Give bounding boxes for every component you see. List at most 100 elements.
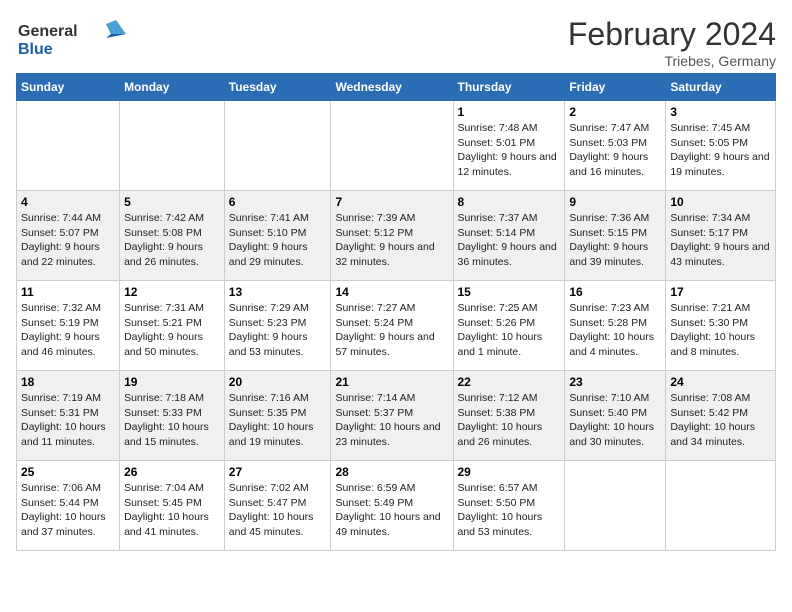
day-number: 24 <box>670 375 771 389</box>
calendar-cell <box>666 461 776 551</box>
day-number: 5 <box>124 195 220 209</box>
day-number: 12 <box>124 285 220 299</box>
day-number: 21 <box>335 375 448 389</box>
svg-text:General: General <box>18 23 78 40</box>
logo: General Blue <box>16 16 126 65</box>
calendar-cell: 1 Sunrise: 7:48 AM Sunset: 5:01 PM Daylig… <box>453 101 565 191</box>
calendar-cell: 3Sunrise: 7:45 AM Sunset: 5:05 PM Daylig… <box>666 101 776 191</box>
column-header-saturday: Saturday <box>666 74 776 101</box>
day-number: 28 <box>335 465 448 479</box>
page-title: February 2024 <box>568 16 776 53</box>
day-number: 11 <box>21 285 115 299</box>
calendar-cell: 23 Sunrise: 7:10 AM Sunset: 5:40 PM Dayli… <box>565 371 666 461</box>
day-info: Sunrise: 7:14 AM Sunset: 5:37 PM Dayligh… <box>335 391 448 450</box>
day-number: 20 <box>229 375 327 389</box>
day-info: Sunrise: 7:23 AM Sunset: 5:28 PM Dayligh… <box>569 301 661 360</box>
day-info: Sunrise: 7:39 AM Sunset: 5:12 PM Dayligh… <box>335 211 448 270</box>
day-number: 15 <box>458 285 561 299</box>
day-info: Sunrise: 7:08 AM Sunset: 5:42 PM Dayligh… <box>670 391 771 450</box>
day-info: Sunrise: 7:37 AM Sunset: 5:14 PM Dayligh… <box>458 211 561 270</box>
calendar-cell: 29 Sunrise: 6:57 AM Sunset: 5:50 PM Dayli… <box>453 461 565 551</box>
day-info: Sunrise: 7:47 AM Sunset: 5:03 PM Dayligh… <box>569 121 661 180</box>
calendar-cell: 9 Sunrise: 7:36 AM Sunset: 5:15 PM Daylig… <box>565 191 666 281</box>
day-number: 27 <box>229 465 327 479</box>
calendar-cell: 24 Sunrise: 7:08 AM Sunset: 5:42 PM Dayli… <box>666 371 776 461</box>
calendar-cell: 21 Sunrise: 7:14 AM Sunset: 5:37 PM Dayli… <box>331 371 453 461</box>
svg-text:Blue: Blue <box>18 41 53 58</box>
day-info: Sunrise: 7:25 AM Sunset: 5:26 PM Dayligh… <box>458 301 561 360</box>
calendar-cell <box>17 101 120 191</box>
day-number: 26 <box>124 465 220 479</box>
day-number: 18 <box>21 375 115 389</box>
week-row-2: 4 Sunrise: 7:44 AM Sunset: 5:07 PM Daylig… <box>17 191 776 281</box>
day-number: 7 <box>335 195 448 209</box>
week-row-5: 25 Sunrise: 7:06 AM Sunset: 5:44 PM Dayli… <box>17 461 776 551</box>
day-info: Sunrise: 7:41 AM Sunset: 5:10 PM Dayligh… <box>229 211 327 270</box>
column-header-friday: Friday <box>565 74 666 101</box>
header-row: SundayMondayTuesdayWednesdayThursdayFrid… <box>17 74 776 101</box>
day-info: Sunrise: 7:29 AM Sunset: 5:23 PM Dayligh… <box>229 301 327 360</box>
calendar-cell: 17Sunrise: 7:21 AM Sunset: 5:30 PM Dayli… <box>666 281 776 371</box>
calendar-cell <box>224 101 331 191</box>
calendar-cell: 5Sunrise: 7:42 AM Sunset: 5:08 PM Daylig… <box>120 191 225 281</box>
week-row-4: 18Sunrise: 7:19 AM Sunset: 5:31 PM Dayli… <box>17 371 776 461</box>
calendar-table: SundayMondayTuesdayWednesdayThursdayFrid… <box>16 73 776 551</box>
day-info: Sunrise: 7:44 AM Sunset: 5:07 PM Dayligh… <box>21 211 115 270</box>
column-header-wednesday: Wednesday <box>331 74 453 101</box>
calendar-cell: 10 Sunrise: 7:34 AM Sunset: 5:17 PM Dayli… <box>666 191 776 281</box>
day-number: 1 <box>458 105 561 119</box>
calendar-cell: 22 Sunrise: 7:12 AM Sunset: 5:38 PM Dayli… <box>453 371 565 461</box>
day-info: Sunrise: 7:18 AM Sunset: 5:33 PM Dayligh… <box>124 391 220 450</box>
day-info: Sunrise: 7:48 AM Sunset: 5:01 PM Dayligh… <box>458 121 561 180</box>
day-info: Sunrise: 7:34 AM Sunset: 5:17 PM Dayligh… <box>670 211 771 270</box>
day-info: Sunrise: 7:12 AM Sunset: 5:38 PM Dayligh… <box>458 391 561 450</box>
calendar-cell: 18Sunrise: 7:19 AM Sunset: 5:31 PM Dayli… <box>17 371 120 461</box>
calendar-cell: 14 Sunrise: 7:27 AM Sunset: 5:24 PM Dayli… <box>331 281 453 371</box>
day-number: 9 <box>569 195 661 209</box>
day-info: Sunrise: 7:32 AM Sunset: 5:19 PM Dayligh… <box>21 301 115 360</box>
calendar-cell: 27 Sunrise: 7:02 AM Sunset: 5:47 PM Dayli… <box>224 461 331 551</box>
day-number: 14 <box>335 285 448 299</box>
day-number: 13 <box>229 285 327 299</box>
page-subtitle: Triebes, Germany <box>568 53 776 69</box>
day-number: 16 <box>569 285 661 299</box>
day-info: Sunrise: 7:31 AM Sunset: 5:21 PM Dayligh… <box>124 301 220 360</box>
column-header-thursday: Thursday <box>453 74 565 101</box>
calendar-cell: 15 Sunrise: 7:25 AM Sunset: 5:26 PM Dayli… <box>453 281 565 371</box>
logo-text: General Blue <box>16 16 126 65</box>
day-info: Sunrise: 7:36 AM Sunset: 5:15 PM Dayligh… <box>569 211 661 270</box>
title-area: February 2024 Triebes, Germany <box>568 16 776 69</box>
day-number: 3 <box>670 105 771 119</box>
column-header-tuesday: Tuesday <box>224 74 331 101</box>
day-number: 19 <box>124 375 220 389</box>
calendar-cell <box>331 101 453 191</box>
day-info: Sunrise: 7:06 AM Sunset: 5:44 PM Dayligh… <box>21 481 115 540</box>
day-info: Sunrise: 7:02 AM Sunset: 5:47 PM Dayligh… <box>229 481 327 540</box>
day-info: Sunrise: 6:57 AM Sunset: 5:50 PM Dayligh… <box>458 481 561 540</box>
day-number: 4 <box>21 195 115 209</box>
calendar-cell: 13 Sunrise: 7:29 AM Sunset: 5:23 PM Dayli… <box>224 281 331 371</box>
day-number: 25 <box>21 465 115 479</box>
calendar-cell: 19 Sunrise: 7:18 AM Sunset: 5:33 PM Dayli… <box>120 371 225 461</box>
calendar-cell: 28Sunrise: 6:59 AM Sunset: 5:49 PM Dayli… <box>331 461 453 551</box>
calendar-cell: 7 Sunrise: 7:39 AM Sunset: 5:12 PM Daylig… <box>331 191 453 281</box>
calendar-cell: 2 Sunrise: 7:47 AM Sunset: 5:03 PM Daylig… <box>565 101 666 191</box>
calendar-cell: 16 Sunrise: 7:23 AM Sunset: 5:28 PM Dayli… <box>565 281 666 371</box>
day-number: 2 <box>569 105 661 119</box>
calendar-cell: 12 Sunrise: 7:31 AM Sunset: 5:21 PM Dayli… <box>120 281 225 371</box>
day-number: 29 <box>458 465 561 479</box>
day-info: Sunrise: 7:10 AM Sunset: 5:40 PM Dayligh… <box>569 391 661 450</box>
calendar-cell: 11 Sunrise: 7:32 AM Sunset: 5:19 PM Dayli… <box>17 281 120 371</box>
calendar-cell <box>565 461 666 551</box>
calendar-cell: 4 Sunrise: 7:44 AM Sunset: 5:07 PM Daylig… <box>17 191 120 281</box>
day-number: 23 <box>569 375 661 389</box>
day-number: 22 <box>458 375 561 389</box>
column-header-sunday: Sunday <box>17 74 120 101</box>
week-row-3: 11 Sunrise: 7:32 AM Sunset: 5:19 PM Dayli… <box>17 281 776 371</box>
day-info: Sunrise: 7:27 AM Sunset: 5:24 PM Dayligh… <box>335 301 448 360</box>
calendar-cell <box>120 101 225 191</box>
column-header-monday: Monday <box>120 74 225 101</box>
day-info: Sunrise: 7:04 AM Sunset: 5:45 PM Dayligh… <box>124 481 220 540</box>
day-number: 10 <box>670 195 771 209</box>
calendar-cell: 20Sunrise: 7:16 AM Sunset: 5:35 PM Dayli… <box>224 371 331 461</box>
